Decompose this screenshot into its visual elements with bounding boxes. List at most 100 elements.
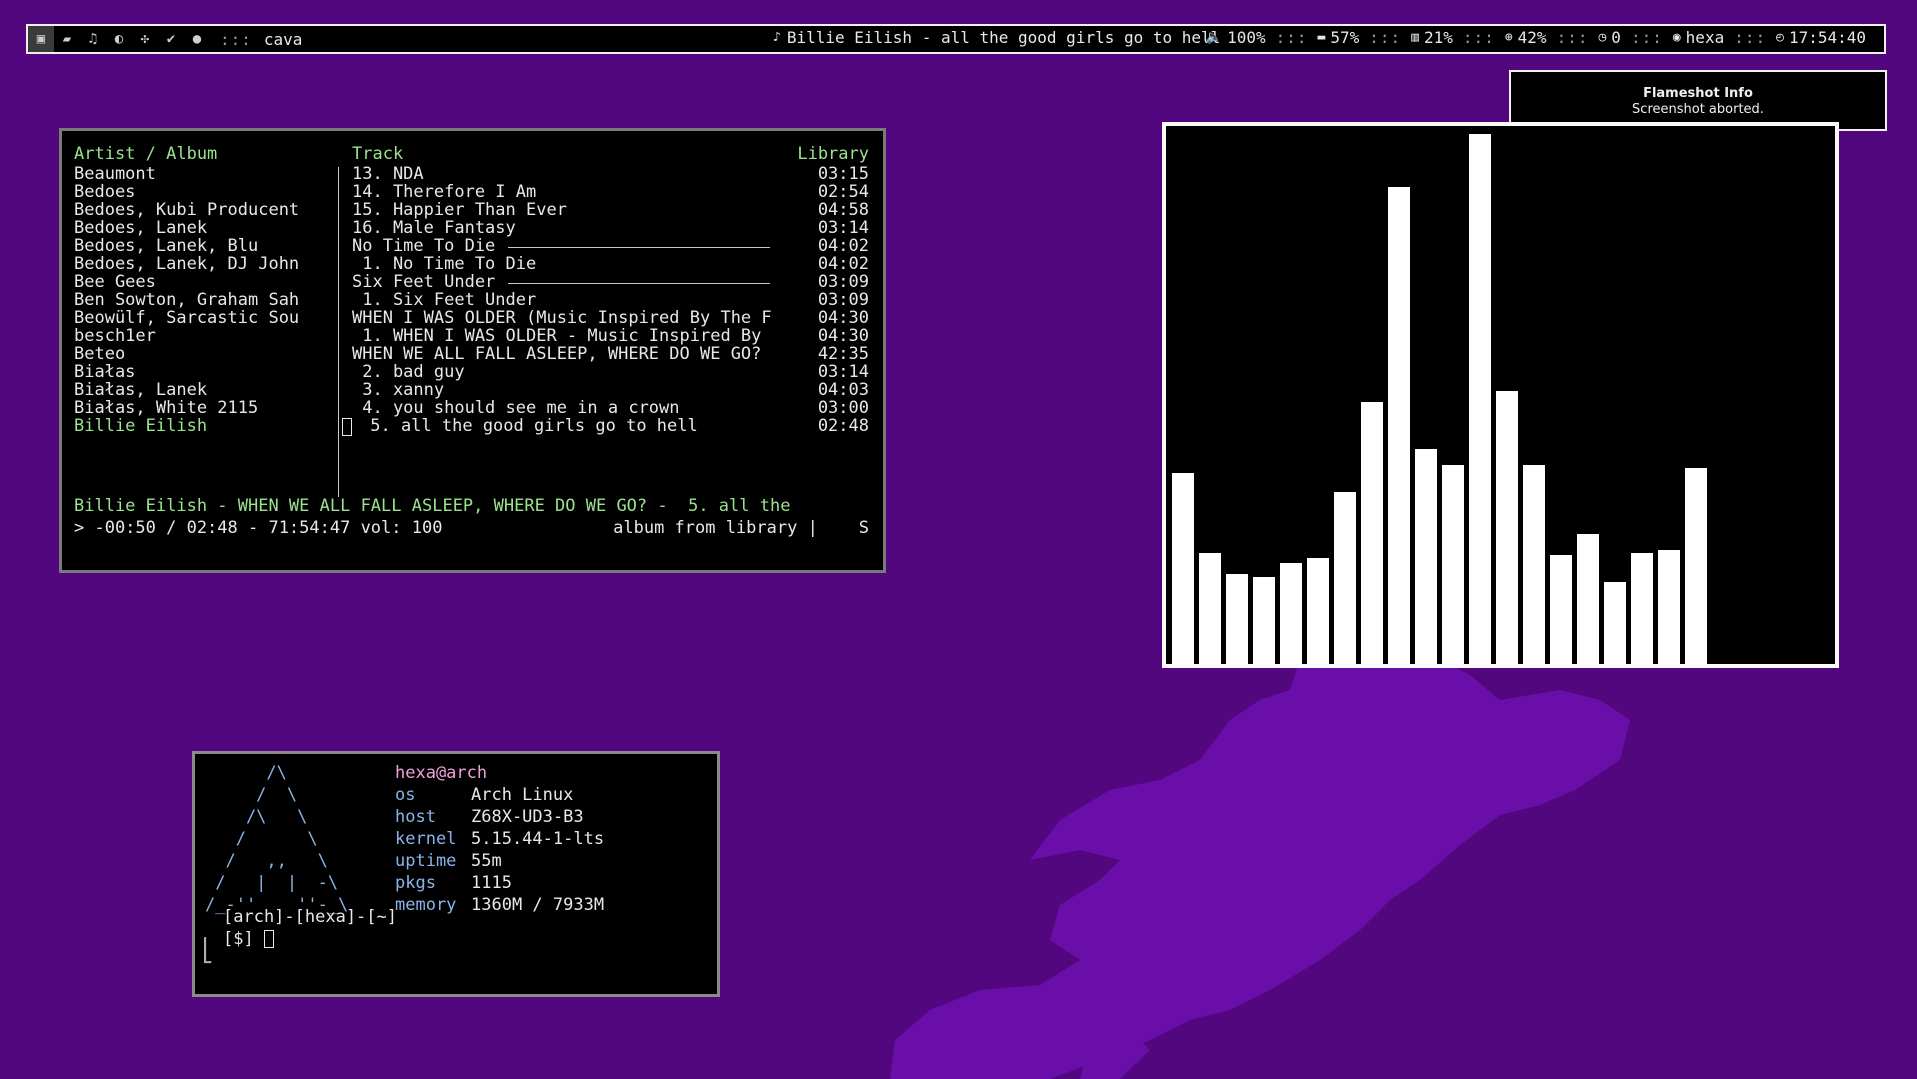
track-title: WHEN I WAS OLDER (Music Inspired By The … <box>352 308 772 328</box>
check-icon: ✔ <box>166 31 176 47</box>
now-playing-line: Billie Eilish - WHEN WE ALL FALL ASLEEP,… <box>74 496 791 516</box>
ascii-line: / \ <box>205 785 298 805</box>
bar-separator: ::: <box>1630 28 1663 47</box>
artist-item[interactable]: Beowülf, Sarcastic Sou <box>74 309 299 327</box>
track-duration: 03:09 <box>817 272 869 292</box>
memory-value: 21% <box>1424 28 1453 47</box>
spectrum-bar <box>1280 563 1302 664</box>
track-item[interactable]: WHEN I WAS OLDER (Music Inspired By The … <box>352 309 772 327</box>
spectrum-bar <box>1604 582 1626 664</box>
track-item[interactable]: 1. WHEN I WAS OLDER - Music Inspired By <box>352 327 761 345</box>
info-value: 55m <box>471 851 502 871</box>
chat-icon: ▰ <box>62 31 72 47</box>
track-item[interactable]: No Time To Die <box>352 237 495 255</box>
track-duration: 04:58 <box>817 200 869 220</box>
track-title: 1. WHEN I WAS OLDER - Music Inspired By <box>352 326 762 346</box>
info-value: 1360M / 7933M <box>471 895 605 915</box>
bar-separator: ::: <box>1462 28 1495 47</box>
track-item[interactable]: 1. Six Feet Under <box>352 291 536 309</box>
window-title: cava <box>263 29 303 49</box>
track-item[interactable]: 5. all the good girls go to hell <box>360 417 698 435</box>
track-item[interactable]: 14. Therefore I Am <box>352 183 536 201</box>
artist-item[interactable]: Ben Sowton, Graham Sah <box>74 291 299 309</box>
disk-module[interactable]: ▬ 57% <box>1318 28 1360 47</box>
track-item[interactable]: 4. you should see me in a crown <box>352 398 680 418</box>
artist-item[interactable]: Bedoes, Kubi Producent <box>74 201 299 219</box>
track-item[interactable]: WHEN WE ALL FALL ASLEEP, WHERE DO WE GO? <box>352 345 761 363</box>
terminal-window[interactable]: /\ / \ /\ \ / \ / ,, \ / | | -\/_-'' ''-… <box>192 751 720 997</box>
memory-icon: ▥ <box>1411 30 1420 45</box>
track-title: Six Feet Under <box>352 272 496 292</box>
track-item[interactable]: 16. Male Fantasy <box>352 219 516 237</box>
workspace-terminal[interactable]: ▣ <box>28 26 54 52</box>
spectrum-bar <box>1523 465 1545 664</box>
spectrum-bar <box>1550 555 1572 664</box>
clock-module[interactable]: ◴ 17:54:40 <box>1776 28 1866 47</box>
cpu-module[interactable]: ⊕ 42% <box>1505 28 1547 47</box>
track-header: Track <box>352 144 404 164</box>
track-item[interactable]: 3. xanny <box>352 381 444 399</box>
workspace-chat[interactable]: ▰ <box>54 26 80 52</box>
artist-item[interactable]: Bedoes, Lanek, DJ John <box>74 255 299 273</box>
artist-item[interactable]: Bedoes, Lanek <box>74 219 207 237</box>
info-key: uptime <box>395 851 457 871</box>
workspace-music[interactable]: ♫ <box>80 26 106 52</box>
cpu-icon: ⊕ <box>1504 30 1513 45</box>
artist-item[interactable]: Białas, Lanek <box>74 381 207 399</box>
track-duration: 03:09 <box>817 290 869 310</box>
track-item[interactable]: 2. bad guy <box>352 363 464 381</box>
track-title: 3. xanny <box>352 380 445 400</box>
puzzle-icon: ✣ <box>140 31 150 47</box>
artist-album-header: Artist / Album <box>74 144 218 164</box>
spectrum-bar <box>1307 558 1329 664</box>
track-duration: 04:30 <box>817 326 869 346</box>
folder-icon: ▬ <box>1317 30 1326 45</box>
artist-item[interactable]: Beteo <box>74 345 125 363</box>
artist-item[interactable]: Bedoes <box>74 183 135 201</box>
workspace-puzzle[interactable]: ✣ <box>132 26 158 52</box>
now-playing-text: Billie Eilish - all the good girls go to… <box>786 28 1221 47</box>
user-icon: ◉ <box>1672 30 1681 45</box>
terminal-cursor <box>263 930 274 948</box>
user-module[interactable]: ◉ hexa <box>1673 28 1724 47</box>
track-duration: 04:30 <box>817 308 869 328</box>
track-item[interactable]: 1. No Time To Die <box>352 255 536 273</box>
ascii-line: / ,, \ <box>205 851 328 871</box>
artist-item[interactable]: Beaumont <box>74 165 156 183</box>
track-item[interactable]: Six Feet Under <box>352 273 495 291</box>
spectrum-bar <box>1685 468 1707 664</box>
track-duration: 02:54 <box>817 182 869 202</box>
info-key: os <box>395 785 416 805</box>
pending-module[interactable]: ◷ 0 <box>1598 28 1620 47</box>
track-item[interactable]: 13. NDA <box>352 165 424 183</box>
spectrum-bars <box>1166 126 1835 664</box>
artist-item[interactable]: Białas, White 2115 <box>74 399 258 417</box>
artist-item[interactable]: Białas <box>74 363 135 381</box>
artist-item[interactable]: Billie Eilish <box>74 417 207 435</box>
library-header: Library <box>797 144 869 164</box>
artist-item[interactable]: besch1er <box>74 327 156 345</box>
moon-icon: ◐ <box>114 31 124 47</box>
track-item[interactable]: 15. Happier Than Ever <box>352 201 567 219</box>
track-duration: 04:03 <box>817 380 869 400</box>
track-duration: 04:02 <box>817 254 869 274</box>
volume-value: 100% <box>1227 28 1266 47</box>
top-bar: ▣ ▰ ♫ ◐ ✣ ✔ ● ::: cava ♪ Billie Eilish -… <box>26 24 1886 54</box>
memory-module[interactable]: ▥ 21% <box>1411 28 1453 47</box>
volume-module[interactable]: 🔈 100% <box>1206 28 1266 47</box>
now-playing-module[interactable]: ♪ Billie Eilish - all the good girls go … <box>773 28 1220 47</box>
spectrum-bar <box>1415 449 1437 664</box>
workspace-globe[interactable]: ● <box>184 26 210 52</box>
artist-item[interactable]: Bee Gees <box>74 273 156 291</box>
spectrum-bar <box>1442 465 1464 664</box>
workspace-check[interactable]: ✔ <box>158 26 184 52</box>
workspace-moon[interactable]: ◐ <box>106 26 132 52</box>
cava-window[interactable] <box>1162 122 1839 668</box>
prompt-line-2[interactable]: [$] <box>223 928 274 950</box>
track-duration: 03:00 <box>817 398 869 418</box>
artist-item[interactable]: Bedoes, Lanek, Blu <box>74 237 258 255</box>
cmus-window[interactable]: Artist / Album Track Library Beaumont Bed… <box>59 128 886 573</box>
track-title: 4. you should see me in a crown <box>352 398 680 418</box>
track-title: WHEN WE ALL FALL ASLEEP, WHERE DO WE GO? <box>352 344 762 364</box>
spectrum-bar <box>1172 473 1194 664</box>
